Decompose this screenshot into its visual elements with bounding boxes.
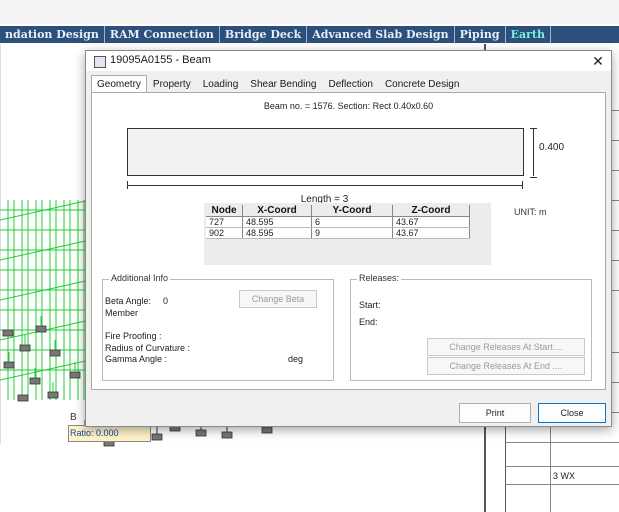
release-start-label: Start:	[359, 300, 381, 310]
ribbon-tabs: ndation Design RAM Connection Bridge Dec…	[0, 26, 619, 43]
releases-title: Releases:	[357, 273, 402, 283]
ribbon-tab-piping[interactable]: Piping	[455, 26, 506, 43]
tab-concrete-design[interactable]: Concrete Design	[379, 75, 465, 93]
additional-info-title: Additional Info	[109, 273, 171, 283]
table-header-row: Node X-Coord Y-Coord Z-Coord	[206, 205, 470, 217]
tab-shear-bending[interactable]: Shear Bending	[244, 75, 322, 93]
tab-property[interactable]: Property	[147, 75, 197, 93]
radius-of-curvature-label: Radius of Curvature :	[105, 343, 191, 353]
tab-deflection[interactable]: Deflection	[322, 75, 378, 93]
change-beta-button[interactable]: Change Beta	[239, 290, 317, 308]
ribbon-tab-advanced-slab-design[interactable]: Advanced Slab Design	[307, 26, 455, 43]
right-table-row	[505, 484, 619, 485]
coordinates-table: Node X-Coord Y-Coord Z-Coord 727 48.595 …	[206, 205, 470, 239]
right-table-cell: 3 WX	[553, 471, 576, 481]
dialog-tabs: Geometry Property Loading Shear Bending …	[91, 75, 465, 94]
ratio-label: Ratio: 0.000	[68, 425, 151, 442]
ribbon-tab-earth[interactable]: Earth	[506, 26, 551, 43]
ribbon-tab-ram-connection[interactable]: RAM Connection	[105, 26, 220, 43]
beta-angle-value: 0	[163, 296, 169, 306]
length-tick-right	[522, 181, 523, 189]
tab-loading[interactable]: Loading	[197, 75, 245, 93]
column-header-y: Y-Coord	[311, 205, 393, 217]
releases-group: Releases: Start: End: Change Releases At…	[350, 273, 592, 381]
coordinates-panel: Node X-Coord Y-Coord Z-Coord 727 48.595 …	[204, 203, 491, 265]
depth-value: 0.400	[539, 142, 565, 153]
geometry-panel: Beam no. = 1576. Section: Rect 0.40x0.60…	[91, 92, 606, 390]
beta-angle-label: Beta Angle:	[105, 296, 152, 306]
depth-dimension-line	[533, 128, 534, 176]
beam-info: Beam no. = 1576. Section: Rect 0.40x0.60	[263, 101, 434, 111]
table-cell: 48.595	[242, 216, 312, 228]
right-table-row	[505, 442, 619, 443]
dialog-title-bar[interactable]: 19095A0155 - Beam ✕	[86, 51, 611, 71]
window-icon	[94, 56, 106, 68]
length-dimension-line	[127, 185, 522, 186]
table-row: 727 48.595 6 43.67	[206, 216, 470, 228]
table-cell: 727	[206, 216, 243, 228]
beam-label: B	[70, 412, 77, 423]
close-button[interactable]: Close	[538, 403, 606, 423]
table-cell: 6	[311, 216, 393, 228]
dialog-title: 19095A0155 - Beam	[110, 54, 211, 66]
length-tick-left	[127, 181, 128, 189]
ribbon-toolbar	[0, 0, 619, 24]
gamma-angle-unit: deg	[288, 354, 304, 364]
ribbon-tab-bridge-deck[interactable]: Bridge Deck	[220, 26, 308, 43]
table-cell: 43.67	[392, 227, 470, 239]
additional-info-group: Additional Info Beta Angle: 0 Member Fir…	[102, 273, 334, 381]
change-releases-end-button[interactable]: Change Releases At End ....	[427, 357, 585, 375]
member-label: Member	[105, 308, 139, 318]
fire-proofing-label: Fire Proofing :	[105, 331, 162, 341]
unit-label: UNIT: m	[514, 207, 547, 217]
change-releases-start-button[interactable]: Change Releases At Start....	[427, 338, 585, 356]
right-table-row	[505, 466, 619, 467]
table-cell: 48.595	[242, 227, 312, 239]
beam-section-diagram	[127, 128, 524, 176]
gamma-angle-label: Gamma Angle :	[105, 354, 168, 364]
release-end-label: End:	[359, 317, 378, 327]
table-cell: 9	[311, 227, 393, 239]
close-icon[interactable]: ✕	[589, 52, 607, 70]
column-header-node: Node	[206, 205, 243, 217]
table-row: 902 48.595 9 43.67	[206, 227, 470, 239]
resize-grip-icon[interactable]: ⋰	[599, 416, 607, 425]
ribbon-tab-foundation-design[interactable]: ndation Design	[0, 26, 105, 43]
table-cell: 902	[206, 227, 243, 239]
column-header-x: X-Coord	[242, 205, 312, 217]
print-button[interactable]: Print	[459, 403, 531, 423]
table-cell: 43.67	[392, 216, 470, 228]
column-header-z: Z-Coord	[392, 205, 470, 217]
beam-dialog: 19095A0155 - Beam ✕ Geometry Property Lo…	[85, 50, 612, 427]
